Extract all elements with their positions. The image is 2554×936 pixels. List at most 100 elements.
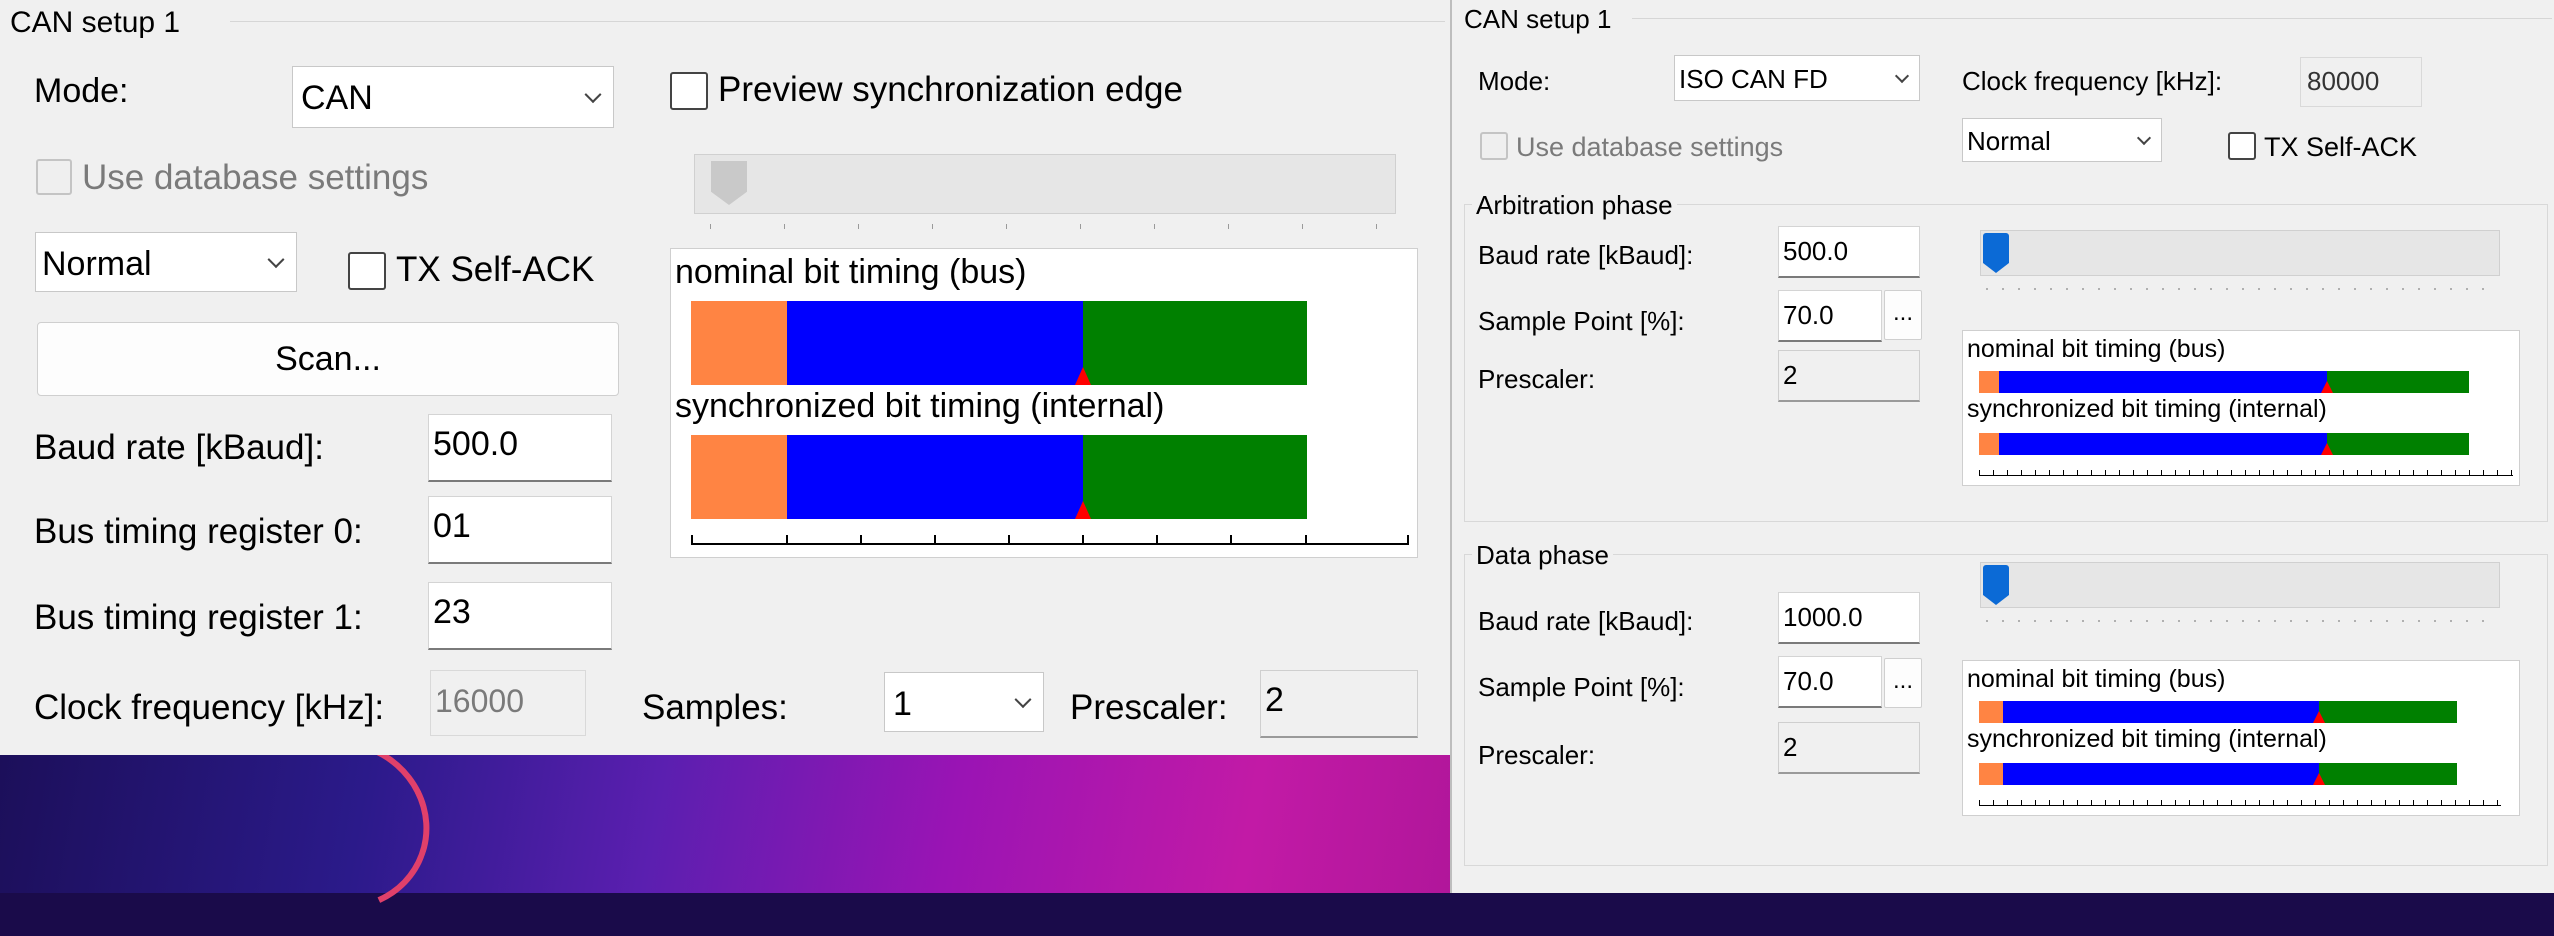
sync-segment bbox=[1979, 763, 2003, 785]
clock-frequency-input: 16000 bbox=[430, 670, 586, 736]
phase1-segment bbox=[1999, 433, 2327, 455]
use-database-settings-label: Use database settings bbox=[1516, 132, 1784, 162]
btr1-value: 23 bbox=[433, 593, 471, 631]
btr0-input[interactable]: 01 bbox=[428, 496, 612, 564]
chevron-down-icon bbox=[267, 251, 285, 269]
arb-sample-point-label: Sample Point [%]: bbox=[1478, 306, 1685, 336]
tx-self-ack-label: TX Self-ACK bbox=[2264, 132, 2418, 162]
time-axis bbox=[1979, 475, 2513, 476]
can-setup-dialog-classic: CAN setup 1 Mode: CAN Preview synchroniz… bbox=[0, 0, 1450, 755]
data-sample-point-value: 70.0 bbox=[1783, 666, 1834, 696]
dialog-title: CAN setup 1 bbox=[10, 6, 181, 39]
tx-self-ack-checkbox[interactable] bbox=[348, 252, 386, 290]
sync-segment bbox=[1979, 433, 1999, 455]
chevron-down-icon bbox=[1894, 68, 1910, 84]
sample-point-marker bbox=[1075, 367, 1091, 385]
btr0-label: Bus timing register 0: bbox=[34, 512, 363, 551]
title-separator bbox=[1632, 18, 2552, 19]
sync-bit-timing-label: synchronized bit timing (internal) bbox=[1967, 725, 2327, 753]
data-phase-title: Data phase bbox=[1472, 540, 1613, 571]
use-database-settings-checkbox[interactable] bbox=[1480, 132, 1508, 160]
bit-timing-diagram: nominal bit timing (bus) synchronized bi… bbox=[670, 248, 1418, 558]
use-database-settings-label: Use database settings bbox=[82, 158, 429, 197]
tx-self-ack-checkbox[interactable] bbox=[2228, 132, 2256, 160]
data-baud-rate-label: Baud rate [kBaud]: bbox=[1478, 606, 1694, 636]
arb-prescaler-input: 2 bbox=[1778, 350, 1920, 402]
mode-select-value: CAN bbox=[301, 79, 373, 117]
output-mode-select[interactable]: Normal bbox=[1962, 118, 2162, 162]
arb-prescaler-label: Prescaler: bbox=[1478, 364, 1596, 394]
clock-frequency-value: 80000 bbox=[2307, 66, 2380, 96]
slider-thumb[interactable] bbox=[711, 161, 747, 205]
phase1-segment bbox=[787, 435, 1083, 519]
data-prescaler-input: 2 bbox=[1778, 722, 1920, 774]
samples-value: 1 bbox=[893, 685, 912, 723]
arb-bit-timing-diagram: nominal bit timing (bus) synchronized bi… bbox=[1962, 330, 2520, 486]
phase1-segment bbox=[787, 301, 1083, 385]
data-baud-rate-input[interactable]: 1000.0 bbox=[1778, 592, 1920, 644]
arbitration-phase-title: Arbitration phase bbox=[1472, 190, 1677, 221]
output-mode-select[interactable]: Normal bbox=[35, 232, 297, 292]
nominal-bit-timing-label: nominal bit timing (bus) bbox=[1967, 335, 2226, 363]
data-sample-point-input[interactable]: 70.0 bbox=[1778, 656, 1882, 708]
nominal-bit-timing-label: nominal bit timing (bus) bbox=[675, 253, 1027, 291]
sample-point-marker bbox=[2321, 381, 2333, 393]
output-mode-value: Normal bbox=[1967, 126, 2051, 156]
mode-select[interactable]: ISO CAN FD bbox=[1674, 55, 1920, 101]
sync-edge-slider[interactable] bbox=[694, 154, 1396, 214]
mode-label: Mode: bbox=[1478, 66, 1551, 96]
baud-rate-value: 500.0 bbox=[433, 425, 519, 463]
sample-point-marker bbox=[2321, 443, 2333, 455]
title-separator bbox=[230, 21, 1445, 22]
sync-segment bbox=[1979, 371, 1999, 393]
prescaler-value: 2 bbox=[1265, 681, 1284, 719]
prescaler-input: 2 bbox=[1260, 670, 1418, 738]
arb-baud-rate-input[interactable]: 500.0 bbox=[1778, 226, 1920, 278]
use-database-settings-checkbox[interactable] bbox=[36, 159, 72, 195]
phase1-segment bbox=[2003, 763, 2319, 785]
baud-rate-label: Baud rate [kBaud]: bbox=[34, 428, 324, 467]
sync-segment bbox=[691, 435, 787, 519]
samples-label: Samples: bbox=[642, 688, 788, 727]
time-axis bbox=[1979, 805, 2501, 806]
slider-thumb[interactable] bbox=[1983, 233, 2009, 273]
mode-label: Mode: bbox=[34, 72, 129, 110]
chevron-down-icon bbox=[2136, 130, 2152, 146]
sample-point-marker bbox=[2313, 711, 2325, 723]
prescaler-label: Prescaler: bbox=[1070, 688, 1228, 727]
slider-thumb[interactable] bbox=[1983, 565, 2009, 605]
clock-frequency-label: Clock frequency [kHz]: bbox=[1962, 66, 2223, 96]
phase2-segment bbox=[2327, 371, 2469, 393]
chevron-down-icon bbox=[1014, 691, 1032, 709]
arb-sample-point-slider[interactable] bbox=[1980, 230, 2500, 276]
baud-rate-input[interactable]: 500.0 bbox=[428, 414, 612, 482]
data-sample-point-slider[interactable] bbox=[1980, 562, 2500, 608]
phase2-segment bbox=[1083, 301, 1307, 385]
arb-sample-point-more-button[interactable]: ... bbox=[1884, 290, 1922, 340]
btr1-input[interactable]: 23 bbox=[428, 582, 612, 650]
sync-bit-timing-label: synchronized bit timing (internal) bbox=[1967, 395, 2327, 423]
arb-sample-point-input[interactable]: 70.0 bbox=[1778, 290, 1882, 342]
data-prescaler-label: Prescaler: bbox=[1478, 740, 1596, 770]
desktop-wallpaper bbox=[0, 750, 1460, 893]
data-sample-point-more-button[interactable]: ... bbox=[1884, 658, 1922, 708]
phase2-segment bbox=[2319, 701, 2457, 723]
samples-select[interactable]: 1 bbox=[884, 672, 1044, 732]
mode-select[interactable]: CAN bbox=[292, 66, 614, 128]
tx-self-ack-label: TX Self-ACK bbox=[396, 250, 595, 289]
sync-segment bbox=[1979, 701, 2003, 723]
clock-frequency-input: 80000 bbox=[2300, 57, 2422, 107]
nominal-bit-timing-label: nominal bit timing (bus) bbox=[1967, 665, 2226, 693]
arb-baud-rate-value: 500.0 bbox=[1783, 236, 1849, 266]
preview-sync-edge-label: Preview synchronization edge bbox=[718, 70, 1183, 109]
clock-frequency-value: 16000 bbox=[435, 683, 524, 719]
clock-frequency-label: Clock frequency [kHz]: bbox=[34, 688, 385, 727]
scan-button[interactable]: Scan... bbox=[37, 322, 619, 396]
sample-point-marker bbox=[2313, 773, 2325, 785]
preview-sync-edge-checkbox[interactable] bbox=[670, 72, 708, 110]
mode-select-value: ISO CAN FD bbox=[1679, 64, 1828, 94]
phase2-segment bbox=[2319, 763, 2457, 785]
phase1-segment bbox=[1999, 371, 2327, 393]
data-bit-timing-diagram: nominal bit timing (bus) synchronized bi… bbox=[1962, 660, 2520, 816]
time-axis bbox=[691, 543, 1409, 545]
